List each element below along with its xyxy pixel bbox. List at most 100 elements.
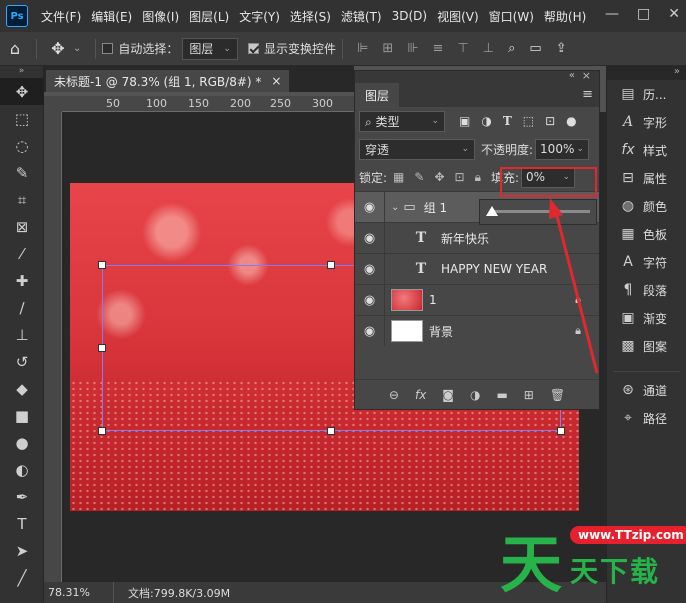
lock-all-icon[interactable]: 🔒︎	[475, 170, 481, 185]
path-select-tool-icon[interactable]: ➤	[0, 537, 44, 564]
menu-image[interactable]: 图像(I)	[137, 8, 184, 25]
filter-adjustment-icon[interactable]: ◑	[481, 114, 491, 128]
layer-row-background[interactable]: ◉ 背景 🔒︎	[355, 315, 599, 346]
align-right-icon[interactable]: ⊪	[407, 41, 418, 56]
panel-history[interactable]: ▤ 历...	[607, 80, 686, 108]
panel-patterns[interactable]: ▩ 图案	[607, 332, 686, 360]
panel-paths[interactable]: ⌖ 路径	[607, 404, 686, 432]
menu-type[interactable]: 文字(Y)	[234, 8, 285, 25]
align-top-icon[interactable]: ⊤	[457, 41, 468, 56]
transform-handle[interactable]	[327, 427, 335, 435]
quick-select-tool-icon[interactable]: ✎	[0, 159, 44, 186]
fill-slider-popup[interactable]	[479, 199, 597, 225]
filter-toggle-icon[interactable]: ●	[566, 114, 576, 128]
healing-brush-tool-icon[interactable]: ✚	[0, 267, 44, 294]
visibility-eye-icon[interactable]: ◉	[355, 223, 385, 253]
menu-edit[interactable]: 编辑(E)	[86, 8, 137, 25]
move-tool-icon[interactable]: ✥	[43, 39, 73, 58]
lock-artboard-icon[interactable]: ⊡	[455, 170, 465, 185]
link-layers-icon[interactable]: ⊖	[389, 388, 399, 402]
visibility-eye-icon[interactable]: ◉	[355, 254, 385, 284]
maximize-button[interactable]: □	[637, 6, 650, 22]
delete-layer-icon[interactable]: 🗑︎	[550, 388, 565, 402]
transform-handle[interactable]	[327, 261, 335, 269]
zoom-level[interactable]: 78.31%	[44, 582, 114, 603]
chevron-down-icon[interactable]: ⌄	[391, 202, 399, 213]
document-tab[interactable]: 未标题-1 @ 78.3% (组 1, RGB/8#) * ×	[46, 70, 290, 92]
move-tool-icon[interactable]: ✥	[0, 78, 44, 105]
auto-select-target-dropdown[interactable]: 图层 ⌄	[182, 37, 238, 60]
filter-type-icon[interactable]: T	[503, 114, 512, 128]
panel-color[interactable]: ◍ 颜色	[607, 192, 686, 220]
menu-3d[interactable]: 3D(D)	[387, 9, 432, 23]
panel-menu-icon[interactable]: ≡	[582, 87, 593, 102]
share-icon[interactable]: ⇪	[556, 41, 567, 56]
new-group-icon[interactable]: ▬	[496, 388, 507, 402]
marquee-tool-icon[interactable]: ⬚	[0, 105, 44, 132]
minimize-button[interactable]: —	[605, 6, 619, 22]
layer-row-text[interactable]: ◉ T 新年快乐	[355, 222, 599, 253]
lock-transparency-icon[interactable]: ▦	[393, 170, 404, 185]
visibility-eye-icon[interactable]: ◉	[355, 316, 385, 346]
fill-slider-knob[interactable]	[486, 206, 498, 216]
dodge-tool-icon[interactable]: ◐	[0, 456, 44, 483]
layer-row-text[interactable]: ◉ T HAPPY NEW YEAR	[355, 253, 599, 284]
panel-swatches[interactable]: ▦ 色板	[607, 220, 686, 248]
menu-file[interactable]: 文件(F)	[36, 8, 86, 25]
opacity-field[interactable]: 100% ⌄	[535, 138, 590, 160]
transform-handle[interactable]	[98, 427, 106, 435]
lock-position-icon[interactable]: ✥	[434, 170, 444, 185]
panel-styles[interactable]: fx 样式	[607, 136, 686, 164]
eraser-tool-icon[interactable]: ◆	[0, 375, 44, 402]
chevron-down-icon[interactable]: ⌄	[73, 43, 81, 54]
search-icon[interactable]: ⌕	[508, 41, 515, 56]
type-tool-icon[interactable]: T	[0, 510, 44, 537]
line-tool-icon[interactable]: ╱	[0, 564, 44, 591]
tab-layers[interactable]: 图层	[355, 83, 400, 107]
filter-kind-dropdown[interactable]: ⌕ 类型 ⌄	[359, 110, 445, 132]
align-justify-icon[interactable]: ≡	[433, 41, 444, 56]
panel-paragraph[interactable]: ¶ 段落	[607, 276, 686, 304]
workspace-icon[interactable]: ▭	[529, 41, 541, 56]
eyedropper-tool-icon[interactable]: ⁄	[0, 240, 44, 267]
visibility-eye-icon[interactable]: ◉	[355, 192, 385, 222]
collapse-arrows-icon[interactable]: «	[569, 70, 575, 81]
close-tab-icon[interactable]: ×	[271, 74, 281, 88]
auto-select-checkbox[interactable]: 自动选择：	[102, 40, 178, 57]
align-middle-icon[interactable]: ⊥	[483, 41, 494, 56]
menu-help[interactable]: 帮助(H)	[539, 8, 591, 25]
checkbox-box[interactable]	[102, 43, 114, 54]
collapse-arrows-icon[interactable]: »	[674, 66, 680, 77]
transform-handle[interactable]	[98, 344, 106, 352]
expand-arrows-icon[interactable]: »	[0, 66, 43, 78]
transform-handle[interactable]	[98, 261, 106, 269]
lasso-tool-icon[interactable]: ◌	[0, 132, 44, 159]
home-icon[interactable]: ⌂	[0, 39, 30, 58]
visibility-eye-icon[interactable]: ◉	[355, 285, 385, 315]
panel-properties[interactable]: ⊟ 属性	[607, 164, 686, 192]
adjustment-layer-icon[interactable]: ◑	[470, 388, 480, 402]
menu-select[interactable]: 选择(S)	[285, 8, 336, 25]
layer-row-image[interactable]: ◉ 1 🔒︎	[355, 284, 599, 315]
align-left-icon[interactable]: ⊫	[357, 41, 368, 56]
brush-tool-icon[interactable]: ∕	[0, 294, 44, 321]
chevron-down-icon[interactable]: ⌄	[577, 144, 585, 154]
blur-tool-icon[interactable]: ●	[0, 429, 44, 456]
history-brush-tool-icon[interactable]: ↺	[0, 348, 44, 375]
gradient-tool-icon[interactable]: ■	[0, 402, 44, 429]
align-center-icon[interactable]: ⊞	[382, 41, 393, 56]
panel-channels[interactable]: ⊛ 通道	[607, 376, 686, 404]
blend-mode-dropdown[interactable]: 穿透 ⌄	[359, 138, 475, 160]
menu-filter[interactable]: 滤镜(T)	[336, 8, 387, 25]
panel-glyphs[interactable]: A 字形	[607, 108, 686, 136]
layer-style-icon[interactable]: fx	[415, 388, 426, 402]
filter-shape-icon[interactable]: ⬚	[523, 114, 534, 128]
add-mask-icon[interactable]: ◙	[442, 388, 454, 402]
filter-pixel-icon[interactable]: ▣	[459, 114, 470, 128]
pen-tool-icon[interactable]: ✒	[0, 483, 44, 510]
frame-tool-icon[interactable]: ⊠	[0, 213, 44, 240]
panel-character[interactable]: A 字符	[607, 248, 686, 276]
new-layer-icon[interactable]: ⊞	[524, 388, 534, 402]
fill-slider-track[interactable]	[492, 210, 590, 213]
checkbox-box[interactable]	[247, 43, 259, 54]
